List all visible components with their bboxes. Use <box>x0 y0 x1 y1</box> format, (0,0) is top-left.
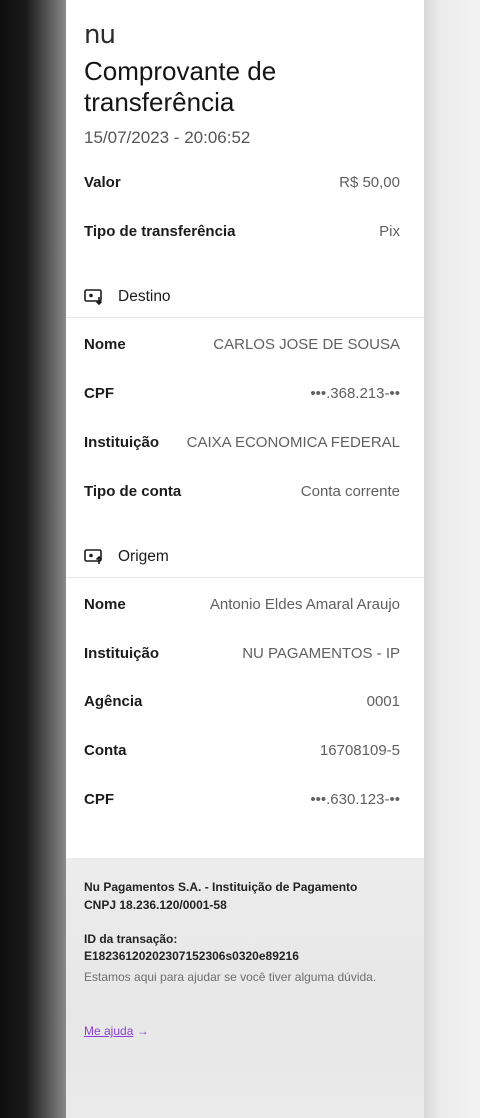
section-origem: Origem <box>84 545 384 569</box>
row-value: •••.368.213-•• <box>310 384 400 402</box>
row-tipo-transferencia: Tipo de transferência Pix <box>84 219 400 243</box>
transfer-in-icon <box>84 289 103 305</box>
receipt-card: nu Comprovante de transferência 15/07/20… <box>66 0 424 1118</box>
row-key: CPF <box>84 790 114 808</box>
section-heading: Destino <box>118 288 171 305</box>
row-destino-tipo-conta: Tipo de conta Conta corrente <box>84 479 400 503</box>
background-right <box>424 0 480 1118</box>
row-key: Instituição <box>84 644 160 662</box>
row-key: Tipo de conta <box>84 482 182 500</box>
nubank-logo: nu <box>84 20 116 50</box>
receipt-footer: Nu Pagamentos S.A. - Instituição de Paga… <box>66 858 424 1118</box>
row-key: Nome <box>84 595 126 613</box>
company-name: Nu Pagamentos S.A. - Instituição de Paga… <box>84 880 358 894</box>
row-origem-agencia: Agência 0001 <box>84 689 400 713</box>
row-origem-instituicao: Instituição NU PAGAMENTOS - IP <box>84 641 400 665</box>
row-destino-instituicao: Instituição CAIXA ECONOMICA FEDERAL <box>84 430 400 454</box>
row-key: Tipo de transferência <box>84 222 236 240</box>
section-heading: Origem <box>118 548 169 565</box>
row-value: R$ 50,00 <box>339 173 400 191</box>
transaction-id: E18236120202307152306s0320e89216 <box>84 949 299 963</box>
row-value: •••.630.123-•• <box>310 790 400 808</box>
row-key: Valor <box>84 173 121 191</box>
divider <box>66 317 424 318</box>
row-key: Instituição <box>84 433 160 451</box>
row-value: 0001 <box>366 692 400 710</box>
row-value: CARLOS JOSE DE SOUSA <box>213 335 400 353</box>
help-link-label[interactable]: Me ajuda <box>84 1024 133 1038</box>
row-origem-conta: Conta 16708109-5 <box>84 738 400 762</box>
transfer-datetime: 15/07/2023 - 20:06:52 <box>84 128 251 147</box>
row-value: NU PAGAMENTOS - IP <box>242 644 400 662</box>
row-value: Pix <box>379 222 400 240</box>
company-cnpj: CNPJ 18.236.120/0001-58 <box>84 898 227 912</box>
transaction-id-label: ID da transação: <box>84 932 178 946</box>
row-valor: Valor R$ 50,00 <box>84 170 400 194</box>
row-origem-nome: Nome Antonio Eldes Amaral Araujo <box>84 592 400 616</box>
row-key: Conta <box>84 741 127 759</box>
row-value: Conta corrente <box>300 482 400 500</box>
transfer-out-icon <box>84 549 103 564</box>
help-text: Estamos aqui para ajudar se você tiver a… <box>84 970 377 984</box>
row-value: 16708109-5 <box>319 741 400 759</box>
row-key: CPF <box>84 384 114 402</box>
divider <box>66 577 424 578</box>
row-key: Agência <box>84 692 143 710</box>
row-value: Antonio Eldes Amaral Araujo <box>209 595 400 613</box>
page-title: Comprovante de transferência <box>84 56 277 117</box>
section-destino: Destino <box>84 285 384 309</box>
arrow-right-icon[interactable]: → <box>137 1024 149 1038</box>
row-value: CAIXA ECONOMICA FEDERAL <box>186 433 400 451</box>
help-link[interactable]: Me ajuda → <box>84 1024 414 1040</box>
row-key: Nome <box>84 335 126 353</box>
row-origem-cpf: CPF •••.630.123-•• <box>84 787 400 811</box>
row-destino-nome: Nome CARLOS JOSE DE SOUSA <box>84 332 400 356</box>
row-destino-cpf: CPF •••.368.213-•• <box>84 381 400 405</box>
background-left <box>0 0 66 1118</box>
